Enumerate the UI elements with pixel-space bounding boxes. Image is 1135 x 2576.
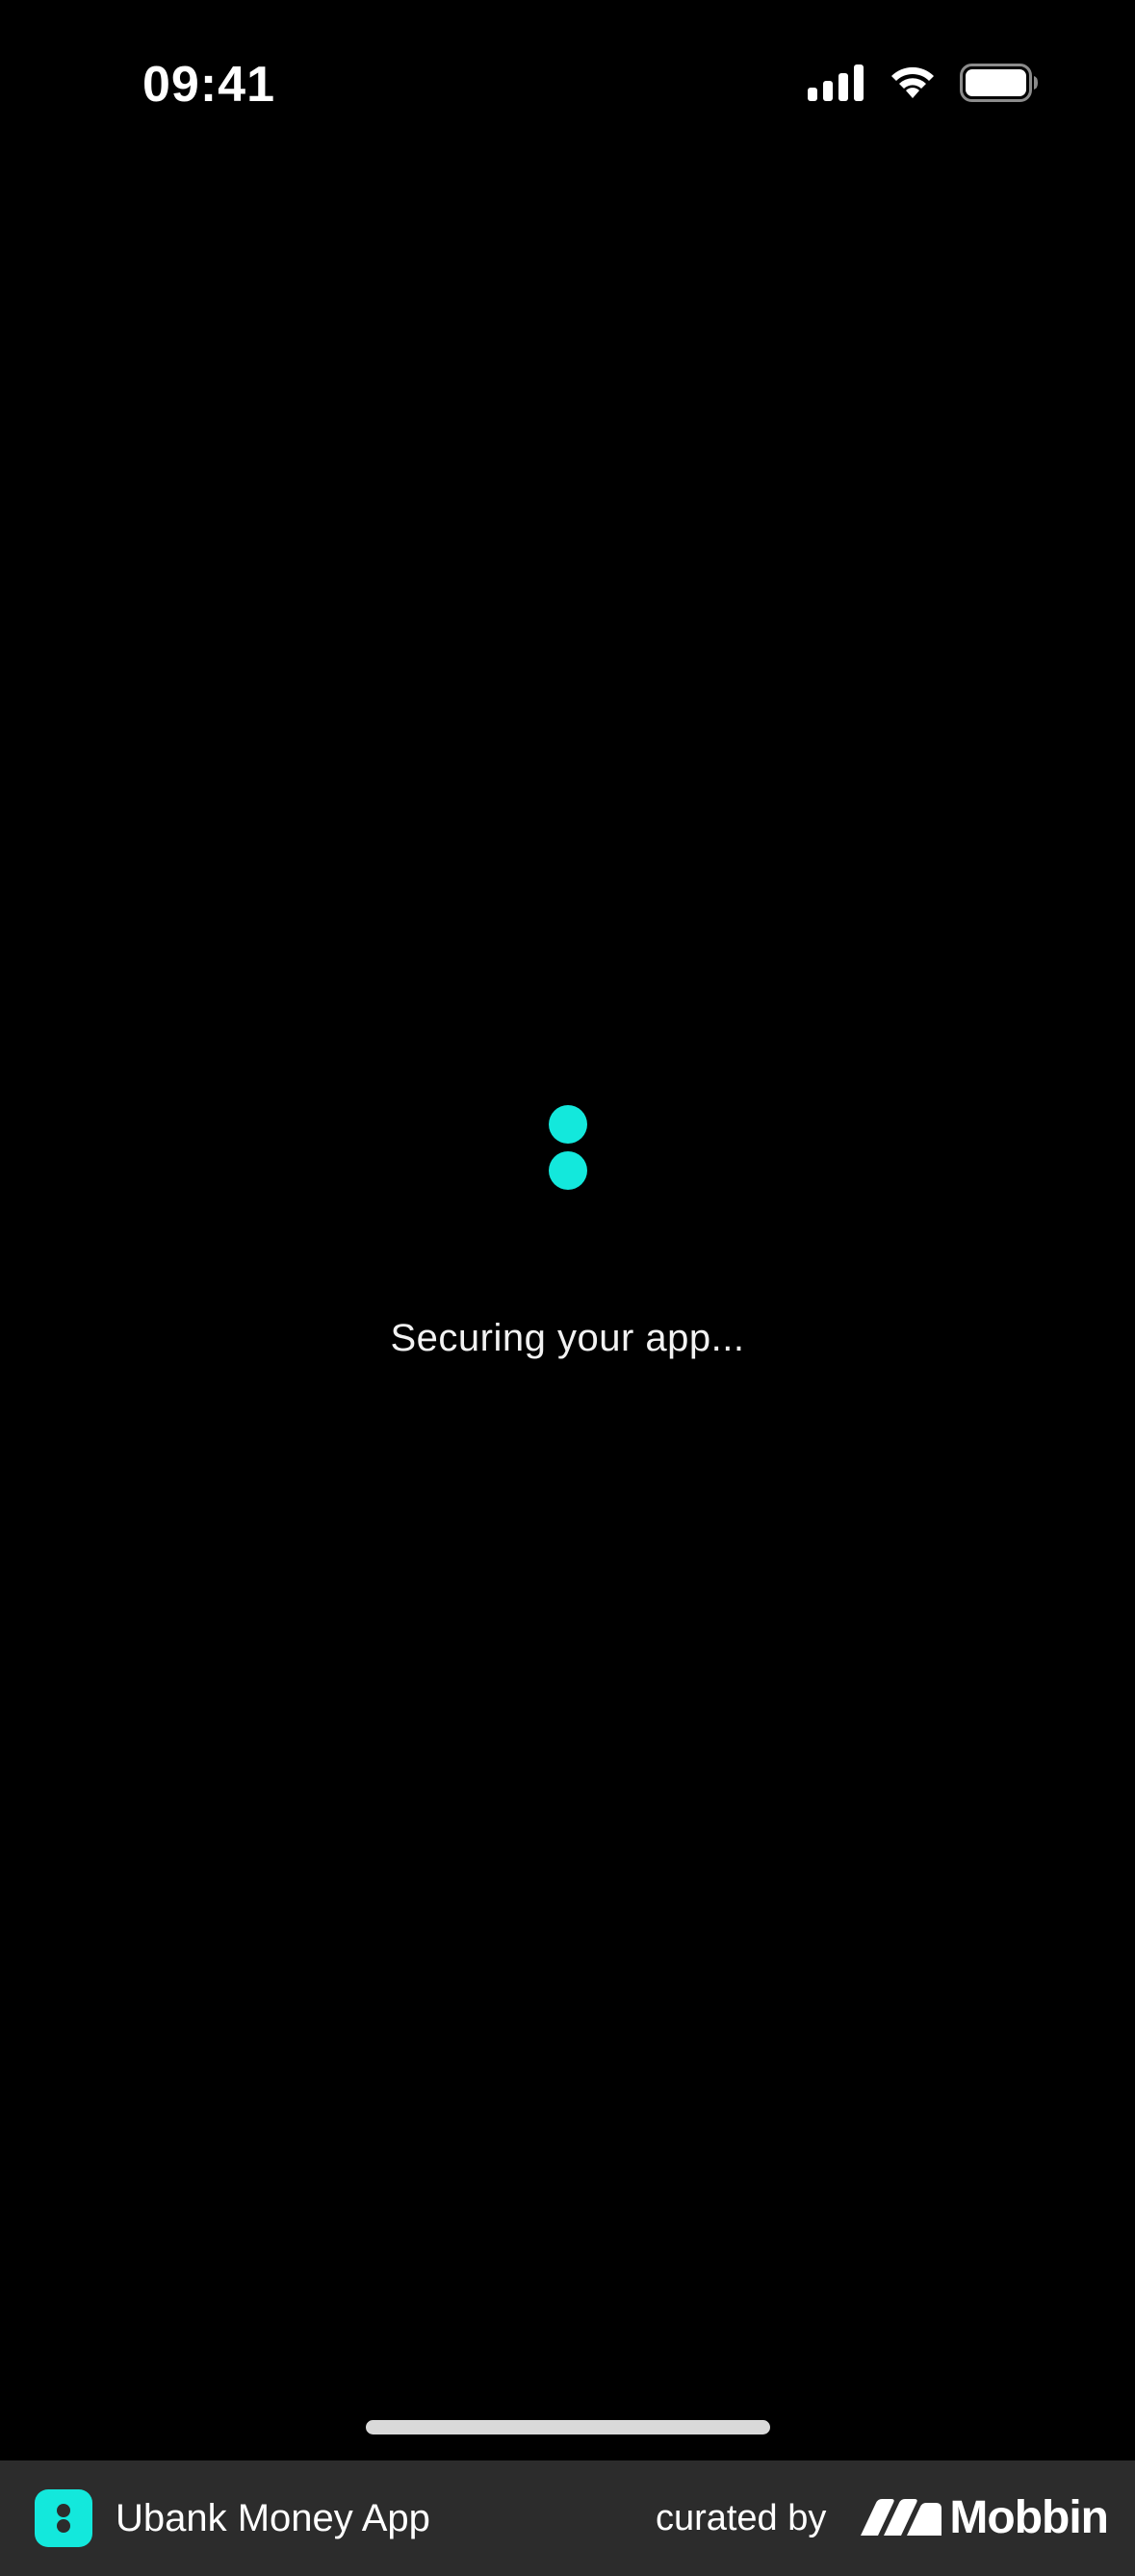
status-bar: 09:41 [0, 0, 1135, 164]
curated-by-label: curated by [655, 2498, 827, 2538]
mobbin-logo: Mobbin [861, 2487, 1109, 2549]
mobbin-wordmark: Mobbin [949, 2492, 1109, 2543]
wifi-icon [887, 64, 939, 102]
loader-dot-bottom [549, 1151, 587, 1190]
footer-app-name: Ubank Money App [116, 2497, 430, 2539]
cellular-signal-icon [808, 64, 865, 101]
mobbin-logo-icon [861, 2497, 942, 2540]
footer-bar: Ubank Money App curated by Mobbin [0, 2460, 1135, 2576]
loader-dot-top [549, 1105, 587, 1144]
loading-dots-icon [549, 1105, 587, 1190]
status-icons [808, 62, 1039, 104]
home-indicator[interactable] [366, 2420, 770, 2434]
ubank-app-icon [35, 2489, 92, 2547]
status-time: 09:41 [142, 57, 275, 113]
footer-curator: curated by Mobbin [655, 2487, 1109, 2549]
loading-message: Securing your app... [390, 1317, 745, 1359]
footer-app: Ubank Money App [35, 2487, 430, 2549]
battery-icon [960, 64, 1039, 102]
